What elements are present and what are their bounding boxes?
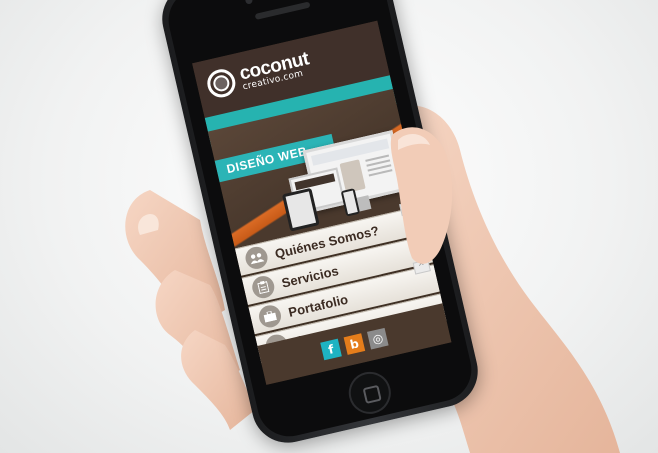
facebook-icon[interactable]: f [320,338,342,361]
scene: coconut creativo.com DISEÑO WEB Quiénes … [0,0,658,453]
chevron-up-icon[interactable]: ^ [405,230,425,246]
briefcase-icon [256,303,284,330]
camera-icon [244,0,254,5]
home-button[interactable] [344,367,395,419]
speaker-grill [254,1,311,20]
users-icon [243,244,270,272]
menu-item-label: Portafolio [286,291,350,320]
chevron-up-icon[interactable]: ^ [412,259,431,275]
clipboard-icon [250,273,277,301]
blogger-icon[interactable]: b [343,333,366,355]
site-logo[interactable]: coconut creativo.com [204,48,313,101]
chevron-up-icon[interactable]: ^ [399,200,418,217]
logo-text: coconut creativo.com [237,48,313,92]
menu-item-label: Servicios [280,262,340,291]
instagram-icon[interactable]: ◎ [367,327,389,350]
coconut-logo-icon [204,66,239,101]
